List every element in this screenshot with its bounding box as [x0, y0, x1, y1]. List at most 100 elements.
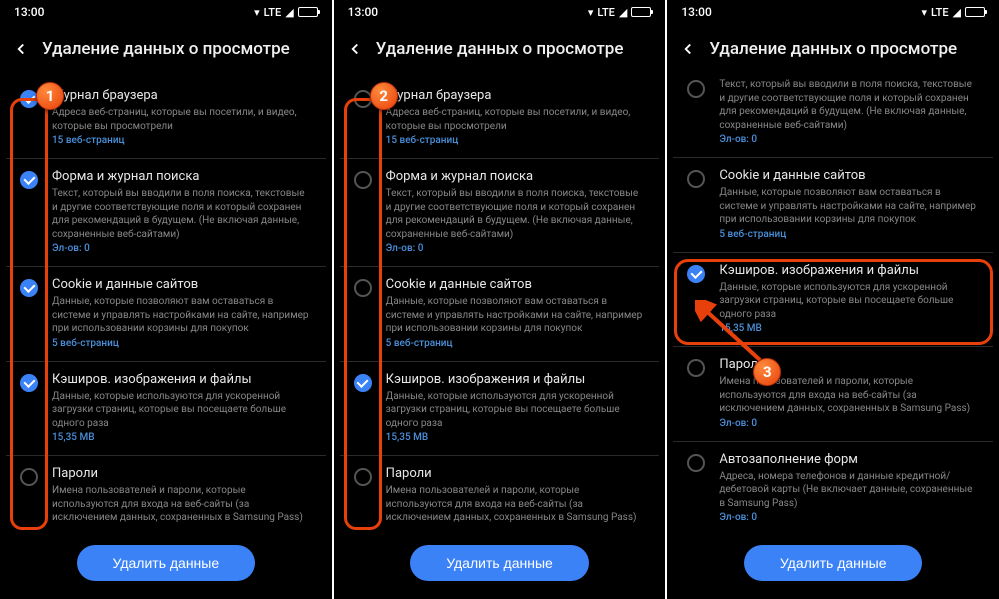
checkbox[interactable] — [20, 374, 38, 392]
checkbox[interactable] — [354, 171, 372, 189]
item-info: 15,35 МВ — [719, 323, 977, 334]
item-desc: Данные, которые позволяют вам оставаться… — [52, 295, 310, 336]
item-desc: Адреса веб-страниц, которые вы посетили,… — [52, 106, 310, 133]
wifi-icon: ▾ — [588, 6, 594, 19]
checkbox[interactable] — [20, 468, 38, 486]
item-title: Форма и журнал поиска — [52, 169, 310, 184]
options-list[interactable]: Журнал браузера Адреса веб-страниц, кото… — [334, 78, 666, 531]
item-title: Cookie и данные сайтов — [386, 277, 644, 292]
item-desc: Данные, которые используются для ускорен… — [386, 390, 644, 431]
checkbox[interactable] — [687, 80, 705, 98]
status-bar: 13:00 ▾ LTE ◢ — [334, 0, 666, 24]
item-info: Эл-ов: 0 — [719, 134, 977, 145]
footer: Удалить данные — [0, 531, 332, 599]
status-time: 13:00 — [681, 5, 711, 19]
checkbox[interactable] — [20, 171, 38, 189]
item-title: Автозаполнение форм — [719, 452, 977, 467]
callout-2: 2 — [370, 82, 398, 110]
item-desc: Данные, которые позволяют вам оставаться… — [386, 295, 644, 336]
status-right: ▾ LTE ◢ — [588, 6, 652, 19]
header: Удаление данных о просмотре — [0, 24, 332, 78]
footer: Удалить данные — [667, 531, 999, 599]
option-form-search[interactable]: Форма и журнал поиска Текст, который вы … — [340, 159, 660, 267]
page-title: Удаление данных о просмотре — [376, 39, 624, 59]
item-title: Cookie и данные сайтов — [719, 168, 977, 183]
delete-button[interactable]: Удалить данные — [744, 545, 923, 581]
item-title: Кэширов. изображения и файлы — [386, 372, 644, 387]
option-cache[interactable]: Кэширов. изображения и файлы Данные, кот… — [673, 253, 993, 348]
item-info: Эл-ов: 0 — [719, 512, 977, 523]
item-title: Журнал браузера — [52, 88, 310, 103]
item-title: Cookie и данные сайтов — [52, 277, 310, 292]
item-desc: Имена пользователей и пароли, которые ис… — [386, 484, 644, 525]
wifi-icon: ▾ — [254, 6, 260, 19]
option-cookies[interactable]: Cookie и данные сайтов Данные, которые п… — [673, 158, 993, 253]
item-title: Кэширов. изображения и файлы — [52, 372, 310, 387]
options-list[interactable]: Журнал браузера Адреса веб-страниц, кото… — [0, 78, 332, 531]
callout-1: 1 — [36, 82, 64, 110]
checkbox[interactable] — [354, 90, 372, 108]
battery-icon — [631, 7, 651, 17]
signal-icon: ◢ — [285, 6, 293, 19]
checkbox[interactable] — [354, 374, 372, 392]
delete-button[interactable]: Удалить данные — [77, 545, 256, 581]
screen-3: 13:00 ▾ LTE ◢ Удаление данных о просмотр… — [667, 0, 999, 599]
option-passwords[interactable]: Пароли Имена пользователей и пароли, кот… — [340, 456, 660, 531]
checkbox[interactable] — [687, 265, 705, 283]
item-info: 15 веб-страниц — [386, 135, 644, 146]
item-title: Журнал браузера — [386, 88, 644, 103]
item-info: Эл-ов: 0 — [52, 243, 310, 254]
option-form-search-partial[interactable]: Текст, который вы вводили в поля поиска,… — [673, 78, 993, 158]
status-right: ▾ LTE ◢ — [254, 6, 318, 19]
delete-button[interactable]: Удалить данные — [410, 545, 589, 581]
signal-icon: ◢ — [619, 6, 627, 19]
checkbox[interactable] — [354, 279, 372, 297]
network-label: LTE — [931, 6, 949, 19]
status-time: 13:00 — [14, 5, 44, 19]
item-info: 15,35 МВ — [386, 432, 644, 443]
page-title: Удаление данных о просмотре — [709, 39, 957, 59]
item-desc: Данные, которые позволяют вам оставаться… — [719, 186, 977, 227]
item-desc: Адреса веб-страниц, которые вы посетили,… — [386, 106, 644, 133]
screen-1: 13:00 ▾ LTE ◢ Удаление данных о просмотр… — [0, 0, 332, 599]
item-info: 5 веб-страниц — [52, 338, 310, 349]
checkbox[interactable] — [687, 170, 705, 188]
item-info: 15,35 МВ — [52, 432, 310, 443]
option-form-search[interactable]: Форма и журнал поиска Текст, который вы … — [6, 159, 326, 267]
header: Удаление данных о просмотре — [667, 24, 999, 78]
signal-icon: ◢ — [953, 6, 961, 19]
checkbox[interactable] — [687, 454, 705, 472]
option-cookies[interactable]: Cookie и данные сайтов Данные, которые п… — [340, 267, 660, 362]
item-desc: Данные, которые используются для ускорен… — [52, 390, 310, 431]
option-cookies[interactable]: Cookie и данные сайтов Данные, которые п… — [6, 267, 326, 362]
item-title: Кэширов. изображения и файлы — [719, 263, 977, 278]
options-list[interactable]: Текст, который вы вводили в поля поиска,… — [667, 78, 999, 531]
checkbox[interactable] — [354, 468, 372, 486]
network-label: LTE — [597, 6, 615, 19]
item-info: 5 веб-страниц — [386, 338, 644, 349]
status-bar: 13:00 ▾ LTE ◢ — [667, 0, 999, 24]
item-info: Эл-ов: 0 — [386, 243, 644, 254]
option-passwords[interactable]: Пароли Имена пользователей и пароли, кот… — [6, 456, 326, 531]
item-desc: Текст, который вы вводили в поля поиска,… — [386, 187, 644, 241]
item-desc: Адреса, номера телефонов и данные кредит… — [719, 470, 977, 511]
page-title: Удаление данных о просмотре — [42, 39, 290, 59]
network-label: LTE — [264, 6, 282, 19]
option-cache[interactable]: Кэширов. изображения и файлы Данные, кот… — [340, 362, 660, 457]
status-right: ▾ LTE ◢ — [921, 6, 985, 19]
checkbox[interactable] — [20, 279, 38, 297]
item-desc: Имена пользователей и пароли, которые ис… — [52, 484, 310, 525]
back-icon[interactable] — [10, 38, 32, 60]
checkbox[interactable] — [687, 359, 705, 377]
item-desc: Текст, который вы вводили в поля поиска,… — [719, 78, 977, 132]
item-title: Пароли — [52, 466, 310, 481]
option-passwords[interactable]: Пароли Имена пользователей и пароли, кот… — [673, 347, 993, 442]
status-bar: 13:00 ▾ LTE ◢ — [0, 0, 332, 24]
option-cache[interactable]: Кэширов. изображения и файлы Данные, кот… — [6, 362, 326, 457]
option-autofill[interactable]: Автозаполнение форм Адреса, номера телеф… — [673, 442, 993, 532]
wifi-icon: ▾ — [921, 6, 927, 19]
back-icon[interactable] — [677, 38, 699, 60]
back-icon[interactable] — [344, 38, 366, 60]
item-info: Эл-ов: 0 — [719, 418, 977, 429]
header: Удаление данных о просмотре — [334, 24, 666, 78]
